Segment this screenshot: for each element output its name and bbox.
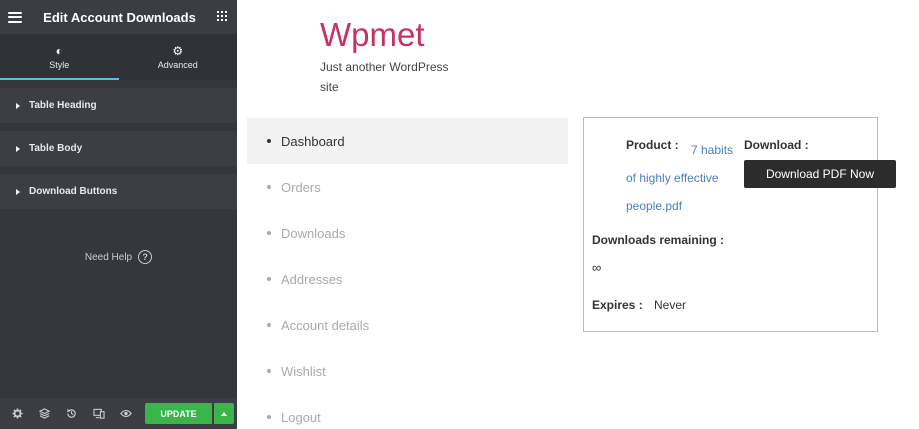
bullet-icon: [267, 231, 271, 235]
nav-item-wishlist[interactable]: Wishlist: [247, 348, 568, 394]
save-options-button[interactable]: [214, 403, 234, 424]
need-help-label: Need Help: [84, 251, 133, 263]
download-pdf-button[interactable]: Download PDF Now: [744, 160, 896, 188]
panel-footer: UPDATE: [0, 398, 237, 429]
contrast-icon: ◐: [55, 43, 63, 58]
tab-advanced[interactable]: ⚙ Advanced: [119, 34, 238, 80]
account-navigation: Dashboard Orders Downloads Addresses Acc…: [247, 118, 568, 429]
nav-label: Account details: [281, 317, 370, 333]
nav-item-logout[interactable]: Logout: [247, 394, 568, 429]
section-label: Download Buttons: [29, 186, 118, 197]
section-table-heading[interactable]: Table Heading: [0, 88, 237, 123]
nav-item-dashboard[interactable]: Dashboard: [247, 118, 568, 164]
question-circle-icon: ?: [138, 250, 153, 264]
bullet-icon: [267, 415, 271, 419]
nav-label: Downloads: [281, 225, 346, 241]
downloads-table[interactable]: Product : 7 habits of highly effective p…: [583, 117, 896, 332]
caret-right-icon: [16, 145, 20, 152]
panel-title: Edit Account Downloads: [43, 9, 196, 25]
nav-item-downloads[interactable]: Downloads: [247, 210, 568, 256]
nav-item-account-details[interactable]: Account details: [247, 302, 568, 348]
hamburger-menu-icon[interactable]: [8, 11, 22, 23]
bullet-icon: [267, 369, 271, 373]
update-button[interactable]: UPDATE: [145, 403, 212, 424]
section-label: Table Body: [29, 143, 83, 154]
preview-eye-icon[interactable]: [112, 398, 139, 429]
settings-icon[interactable]: [4, 398, 31, 429]
site-preview: Wpmet Just another WordPress site Dashbo…: [237, 0, 919, 429]
site-title[interactable]: Wpmet: [320, 16, 425, 54]
caret-right-icon: [16, 188, 20, 195]
bullet-icon: [267, 323, 271, 327]
product-link[interactable]: 7 habits of highly effective people.pdf: [626, 136, 744, 220]
responsive-icon[interactable]: [85, 398, 112, 429]
nav-label: Dashboard: [281, 133, 345, 149]
bullet-icon: [267, 139, 271, 143]
bullet-icon: [267, 277, 271, 281]
history-icon[interactable]: [58, 398, 85, 429]
panel-header: Edit Account Downloads: [0, 0, 237, 34]
downloads-remaining-value: ∞: [592, 260, 602, 275]
tab-style[interactable]: ◐ Style: [0, 34, 119, 80]
nav-label: Addresses: [281, 271, 343, 287]
tab-style-label: Style: [49, 59, 70, 70]
bullet-icon: [267, 185, 271, 189]
nav-label: Wishlist: [281, 363, 326, 379]
section-table-body[interactable]: Table Body: [0, 131, 237, 166]
nav-label: Orders: [281, 179, 321, 195]
need-help-link[interactable]: Need Help ?: [0, 250, 237, 264]
nav-label: Logout: [281, 409, 321, 425]
tab-advanced-label: Advanced: [157, 59, 198, 70]
widgets-grid-icon[interactable]: [217, 11, 229, 23]
update-group: UPDATE: [145, 403, 234, 424]
section-label: Table Heading: [29, 100, 97, 111]
expires-value: Never: [654, 298, 687, 312]
panel-tabs: ◐ Style ⚙ Advanced: [0, 34, 237, 80]
downloads-remaining-label: Downloads remaining :: [592, 233, 725, 247]
layers-icon[interactable]: [31, 398, 58, 429]
nav-item-addresses[interactable]: Addresses: [247, 256, 568, 302]
nav-item-orders[interactable]: Orders: [247, 164, 568, 210]
caret-right-icon: [16, 102, 20, 109]
download-label: Download :: [744, 138, 809, 152]
gear-icon: ⚙: [172, 43, 184, 58]
editor-panel: Edit Account Downloads ◐ Style ⚙ Advance…: [0, 0, 237, 429]
product-name[interactable]: 7 habits of highly effective people.pdf: [626, 143, 733, 213]
section-download-buttons[interactable]: Download Buttons: [0, 174, 237, 209]
site-tagline: Just another WordPress site: [320, 60, 449, 94]
expires-label: Expires :: [592, 298, 643, 312]
caret-up-icon: [221, 411, 227, 416]
